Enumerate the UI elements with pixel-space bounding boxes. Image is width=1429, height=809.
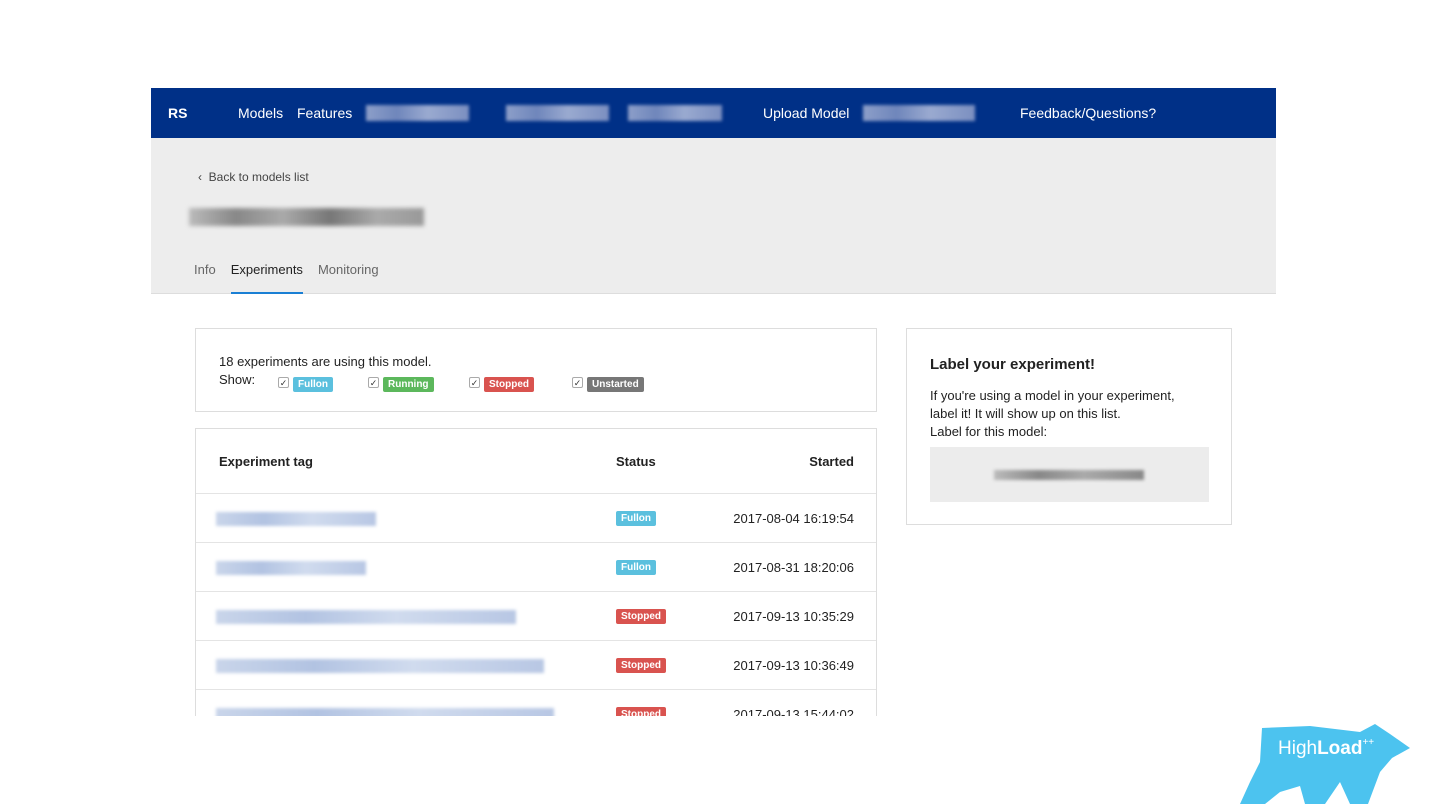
checkbox-checked-icon[interactable]: ✓ xyxy=(368,377,379,389)
nav-feedback[interactable]: Feedback/Questions? xyxy=(1020,105,1156,121)
nav-upload-model[interactable]: Upload Model xyxy=(763,105,849,121)
tab-info[interactable]: Info xyxy=(194,262,216,294)
tab-monitoring[interactable]: Monitoring xyxy=(318,262,379,294)
show-label: Show: xyxy=(219,372,256,387)
started-date: 2017-09-13 15:44:02 xyxy=(733,707,854,716)
status-badge: Fullon xyxy=(616,560,656,575)
table-row[interactable]: Fullon 2017-08-04 16:19:54 xyxy=(196,493,876,542)
page-title-redacted xyxy=(189,208,424,226)
started-date: 2017-09-13 10:36:49 xyxy=(733,658,854,673)
experiments-count: 18 experiments are using this model. xyxy=(219,354,432,369)
label-input[interactable] xyxy=(930,447,1209,502)
nav-features[interactable]: Features xyxy=(297,105,352,121)
column-started: Started xyxy=(809,454,854,469)
table-row[interactable]: Fullon 2017-08-31 18:20:06 xyxy=(196,542,876,591)
label-panel: Label your experiment! If you're using a… xyxy=(906,328,1232,525)
highload-logo: HighLoad++ xyxy=(1240,722,1412,809)
top-nav: RS Models Features Upload Model Feedback… xyxy=(151,88,1276,138)
started-date: 2017-09-13 10:35:29 xyxy=(733,609,854,624)
experiment-tag-redacted[interactable] xyxy=(216,708,554,716)
nav-item-redacted[interactable] xyxy=(506,105,609,121)
tab-experiments[interactable]: Experiments xyxy=(230,262,303,294)
checkbox-checked-icon[interactable]: ✓ xyxy=(572,377,583,389)
status-badge: Stopped xyxy=(616,707,666,716)
table-row[interactable]: Stopped 2017-09-13 15:44:02 xyxy=(196,689,876,716)
chevron-left-icon: ‹ xyxy=(198,170,209,184)
label-panel-line: If you're using a model in your experime… xyxy=(930,388,1175,403)
nav-item-redacted[interactable] xyxy=(366,105,469,121)
filter-fullon[interactable]: ✓ Fullon xyxy=(278,374,333,392)
column-experiment-tag: Experiment tag xyxy=(219,454,313,469)
filter-unstarted[interactable]: ✓ Unstarted xyxy=(572,374,644,392)
label-panel-text: If you're using a model in your experime… xyxy=(930,387,1175,441)
nav-models[interactable]: Models xyxy=(238,105,283,121)
experiment-tag-redacted[interactable] xyxy=(216,561,366,575)
nav-item-redacted[interactable] xyxy=(628,105,722,121)
svg-text:HighLoad++: HighLoad++ xyxy=(1278,737,1374,759)
experiment-tag-redacted[interactable] xyxy=(216,659,544,673)
filter-stopped[interactable]: ✓ Stopped xyxy=(469,374,534,392)
filter-running[interactable]: ✓ Running xyxy=(368,374,434,392)
label-panel-line: label it! It will show up on this list. xyxy=(930,406,1121,421)
page-header: ‹ Back to models list Info Experiments M… xyxy=(151,138,1276,294)
status-badge: Stopped xyxy=(616,658,666,673)
started-date: 2017-08-04 16:19:54 xyxy=(733,511,854,526)
nav-item-redacted[interactable] xyxy=(863,105,975,121)
label-panel-title: Label your experiment! xyxy=(930,356,1096,373)
status-badge: Fullon xyxy=(616,511,656,526)
checkbox-checked-icon[interactable]: ✓ xyxy=(278,377,289,389)
brand-logo[interactable]: RS xyxy=(168,105,187,121)
checkbox-checked-icon[interactable]: ✓ xyxy=(469,377,480,389)
filter-card: 18 experiments are using this model. Sho… xyxy=(195,328,877,412)
experiments-table: Experiment tag Status Started Fullon 2017… xyxy=(195,428,877,716)
table-row[interactable]: Stopped 2017-09-13 10:36:49 xyxy=(196,640,876,689)
tabs: Info Experiments Monitoring xyxy=(194,262,394,294)
back-link[interactable]: ‹ Back to models list xyxy=(198,170,309,184)
column-status: Status xyxy=(616,454,656,469)
label-field-label: Label for this model: xyxy=(930,424,1048,439)
experiment-tag-redacted[interactable] xyxy=(216,512,376,526)
status-badge: Stopped xyxy=(616,609,666,624)
label-value-redacted xyxy=(994,470,1144,480)
bear-logo-icon: HighLoad++ xyxy=(1240,724,1410,804)
app-window: RS Models Features Upload Model Feedback… xyxy=(151,88,1276,716)
experiment-tag-redacted[interactable] xyxy=(216,610,516,624)
table-row[interactable]: Stopped 2017-09-13 10:35:29 xyxy=(196,591,876,640)
started-date: 2017-08-31 18:20:06 xyxy=(733,560,854,575)
